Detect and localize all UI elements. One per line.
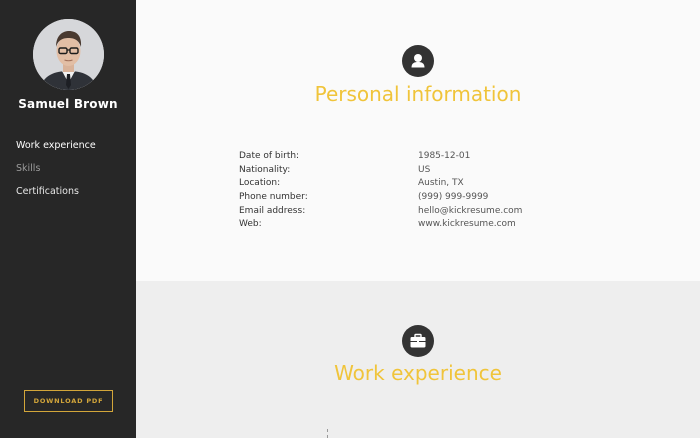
info-value: (999) 999-9999 (418, 192, 489, 203)
work-experience-title: Work experience (334, 361, 502, 385)
info-label: Date of birth: (239, 151, 300, 161)
info-value: 1985-12-01 (418, 151, 471, 161)
nav-item-certifications[interactable]: Certifications (16, 186, 96, 209)
avatar (33, 19, 104, 90)
profile-name: Samuel Brown (18, 97, 118, 111)
download-pdf-button[interactable]: DOWNLOAD PDF (24, 390, 113, 412)
user-icon (402, 45, 434, 77)
nav-item-work-experience[interactable]: Work experience (16, 140, 96, 163)
nav-item-skills[interactable]: Skills (16, 163, 96, 186)
sidebar: Samuel Brown Work experience Skills Cert… (0, 0, 136, 438)
info-label: Web: (239, 219, 262, 230)
sidebar-nav: Work experience Skills Certifications (16, 140, 96, 209)
briefcase-icon (402, 325, 434, 357)
personal-information-section: Personal information Date of birth: 1985… (136, 0, 700, 281)
info-value[interactable]: www.kickresume.com (418, 219, 516, 229)
info-value[interactable]: hello@kickresume.com (418, 206, 522, 216)
info-value: US (418, 164, 431, 175)
info-label: Phone number: (239, 192, 308, 203)
timeline-divider (327, 429, 328, 438)
info-label: Email address: (239, 205, 306, 216)
info-label: Location: (239, 178, 281, 189)
info-value: Austin, TX (418, 178, 464, 189)
work-experience-section: Work experience (136, 281, 700, 438)
personal-information-title: Personal information (314, 82, 522, 106)
info-label: Nationality: (239, 164, 291, 175)
